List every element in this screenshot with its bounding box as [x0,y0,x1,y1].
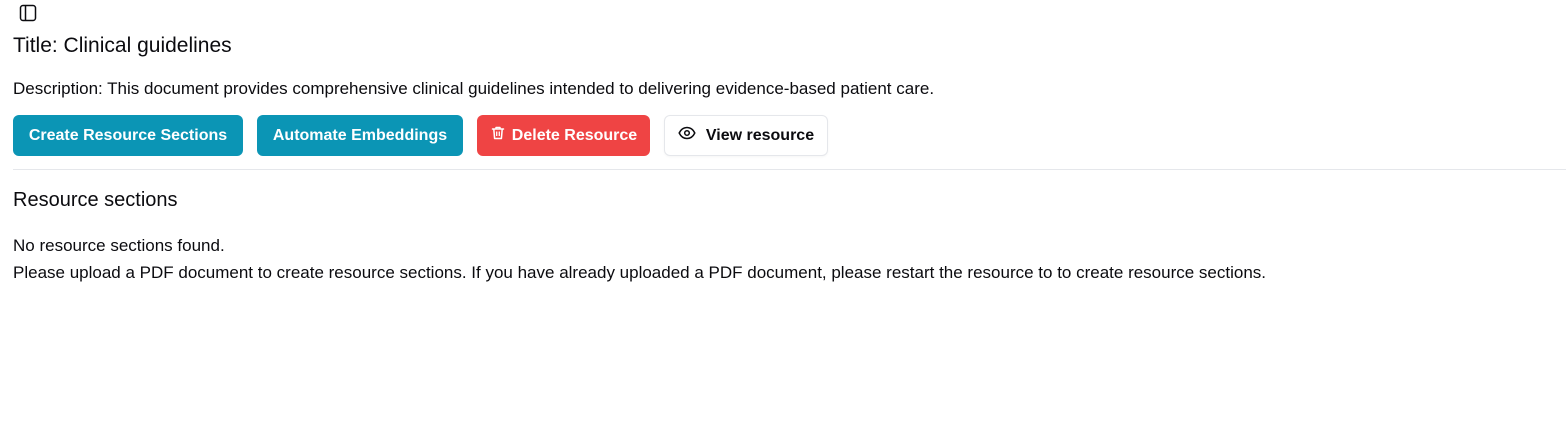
create-resource-sections-label: Create Resource Sections [28,126,228,144]
create-resource-sections-button[interactable]: Create Resource Sections [13,115,243,156]
delete-resource-label: Delete Resource [511,126,638,144]
action-toolbar: Create Resource Sections Automate Embedd… [13,115,828,156]
sidebar-panel-icon [19,4,37,25]
resource-page: Title: Clinical guidelines Description: … [0,0,1566,423]
trash-icon [490,125,506,146]
resource-description: Description: This document provides comp… [13,79,935,98]
empty-state-message: No resource sections found. Please uploa… [13,232,1266,286]
automate-embeddings-label: Automate Embeddings [272,126,448,144]
view-resource-label: View resource [705,126,815,144]
view-resource-button[interactable]: View resource [664,115,828,156]
resource-sections-heading: Resource sections [13,189,178,211]
sidebar-toggle-button[interactable] [16,3,40,25]
section-divider [13,169,1566,170]
eye-icon [678,126,696,145]
empty-state-hint: Please upload a PDF document to create r… [13,263,1267,282]
automate-embeddings-button[interactable]: Automate Embeddings [257,115,463,156]
empty-state-title: No resource sections found. [13,236,225,255]
page-title: Title: Clinical guidelines [13,34,232,57]
delete-resource-button[interactable]: Delete Resource [477,115,650,156]
